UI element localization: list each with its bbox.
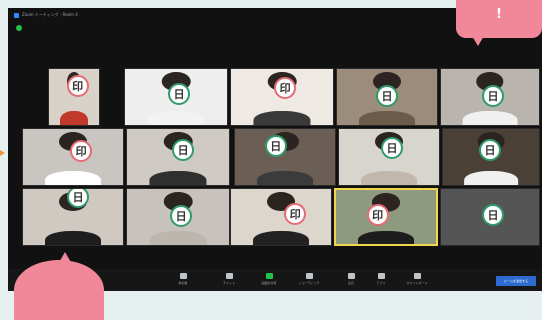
- toolbar-button-label: 反応: [347, 281, 354, 285]
- participant-body: [358, 230, 414, 244]
- toolbar-button-label: レコーディング: [298, 281, 320, 285]
- participant-tile[interactable]: 日: [336, 68, 438, 126]
- toolbar-button[interactable]: 画面を共有: [256, 271, 282, 289]
- participant-body: [253, 110, 311, 125]
- participant-body: [149, 230, 207, 245]
- participant-body: [253, 230, 309, 245]
- toolbar-button-label: 参加者: [178, 281, 188, 285]
- record-icon: [305, 273, 313, 279]
- participant-tile[interactable]: 日: [440, 188, 540, 246]
- toolbar-button[interactable]: ホワイトボード: [404, 271, 430, 289]
- hi-stamp-icon: 日: [482, 204, 504, 227]
- zoom-app-icon: [14, 12, 19, 18]
- hi-stamp-icon: 日: [381, 137, 404, 160]
- participant-body: [462, 110, 518, 125]
- window-title: Zoom ミーティング - Room 4: [22, 12, 78, 17]
- toolbar-button-label: チャット: [223, 281, 235, 285]
- hi-stamp-icon: 日: [482, 85, 504, 108]
- hi-stamp-icon: 日: [168, 82, 191, 105]
- hi-stamp-icon: 日: [170, 205, 193, 228]
- toolbar-button[interactable]: レコーディング: [296, 271, 322, 289]
- toolbar-button[interactable]: アプリ: [368, 271, 394, 289]
- participant-tile[interactable]: 日: [124, 68, 228, 126]
- toolbar-button-label: 画面を共有: [261, 281, 277, 285]
- participant-tile[interactable]: 日: [338, 128, 440, 186]
- participant-tile[interactable]: 印: [22, 128, 124, 186]
- reactions-icon: [347, 273, 355, 279]
- share-screen-icon: [265, 273, 273, 279]
- hi-stamp-icon: 日: [172, 139, 195, 162]
- participant-tile[interactable]: 印: [230, 68, 334, 126]
- toolbar-button[interactable]: チャット: [216, 271, 242, 289]
- leave-room-button[interactable]: ルームを退出する: [496, 276, 536, 286]
- participant-body: [147, 110, 205, 125]
- participant-body: [45, 230, 101, 245]
- toolbar-button[interactable]: 反応: [338, 271, 364, 289]
- toolbar-button-label: ホワイトボード: [406, 281, 428, 285]
- toolbar-button-label: アプリ: [376, 281, 386, 285]
- participant-body: [361, 170, 417, 185]
- toolbar-button[interactable]: 参加者: [170, 271, 196, 289]
- participants-icon: [179, 273, 187, 279]
- whiteboard-icon: [413, 273, 421, 279]
- hi-stamp-icon: 日: [375, 85, 398, 108]
- chat-icon: [225, 273, 233, 279]
- participant-body: [464, 170, 518, 185]
- participant-tile[interactable]: 日: [22, 188, 124, 246]
- in-stamp-icon: 印: [70, 140, 93, 163]
- participant-tile[interactable]: 印: [48, 68, 100, 126]
- in-stamp-icon: 印: [284, 202, 307, 225]
- participant-body: [257, 170, 313, 185]
- in-stamp-icon: 印: [274, 77, 297, 100]
- apps-icon: [377, 273, 385, 279]
- callout-top: !: [456, 0, 542, 38]
- hi-stamp-icon: 日: [264, 134, 287, 157]
- participant-body: [45, 170, 101, 185]
- participant-body: [149, 170, 207, 185]
- participant-tile[interactable]: 日: [442, 128, 540, 186]
- in-stamp-icon: 印: [66, 75, 89, 98]
- participant-tile[interactable]: 日: [234, 128, 336, 186]
- participant-tile[interactable]: 印: [334, 188, 438, 246]
- callout-bottom: [14, 260, 104, 320]
- in-stamp-icon: 印: [366, 203, 389, 226]
- participant-tile[interactable]: 印: [230, 188, 332, 246]
- participant-tile[interactable]: 日: [126, 188, 230, 246]
- video-call-window: Zoom ミーティング - Room 4 印日印日日印日日日日日日印印日 参加者…: [8, 8, 542, 291]
- participant-body: [60, 110, 88, 125]
- participant-tile[interactable]: 日: [440, 68, 540, 126]
- participant-body: [359, 110, 415, 125]
- hi-stamp-icon: 日: [479, 139, 502, 162]
- side-arrow-icon: [0, 150, 5, 156]
- participant-tile[interactable]: 日: [126, 128, 230, 186]
- security-status-icon[interactable]: [16, 25, 22, 31]
